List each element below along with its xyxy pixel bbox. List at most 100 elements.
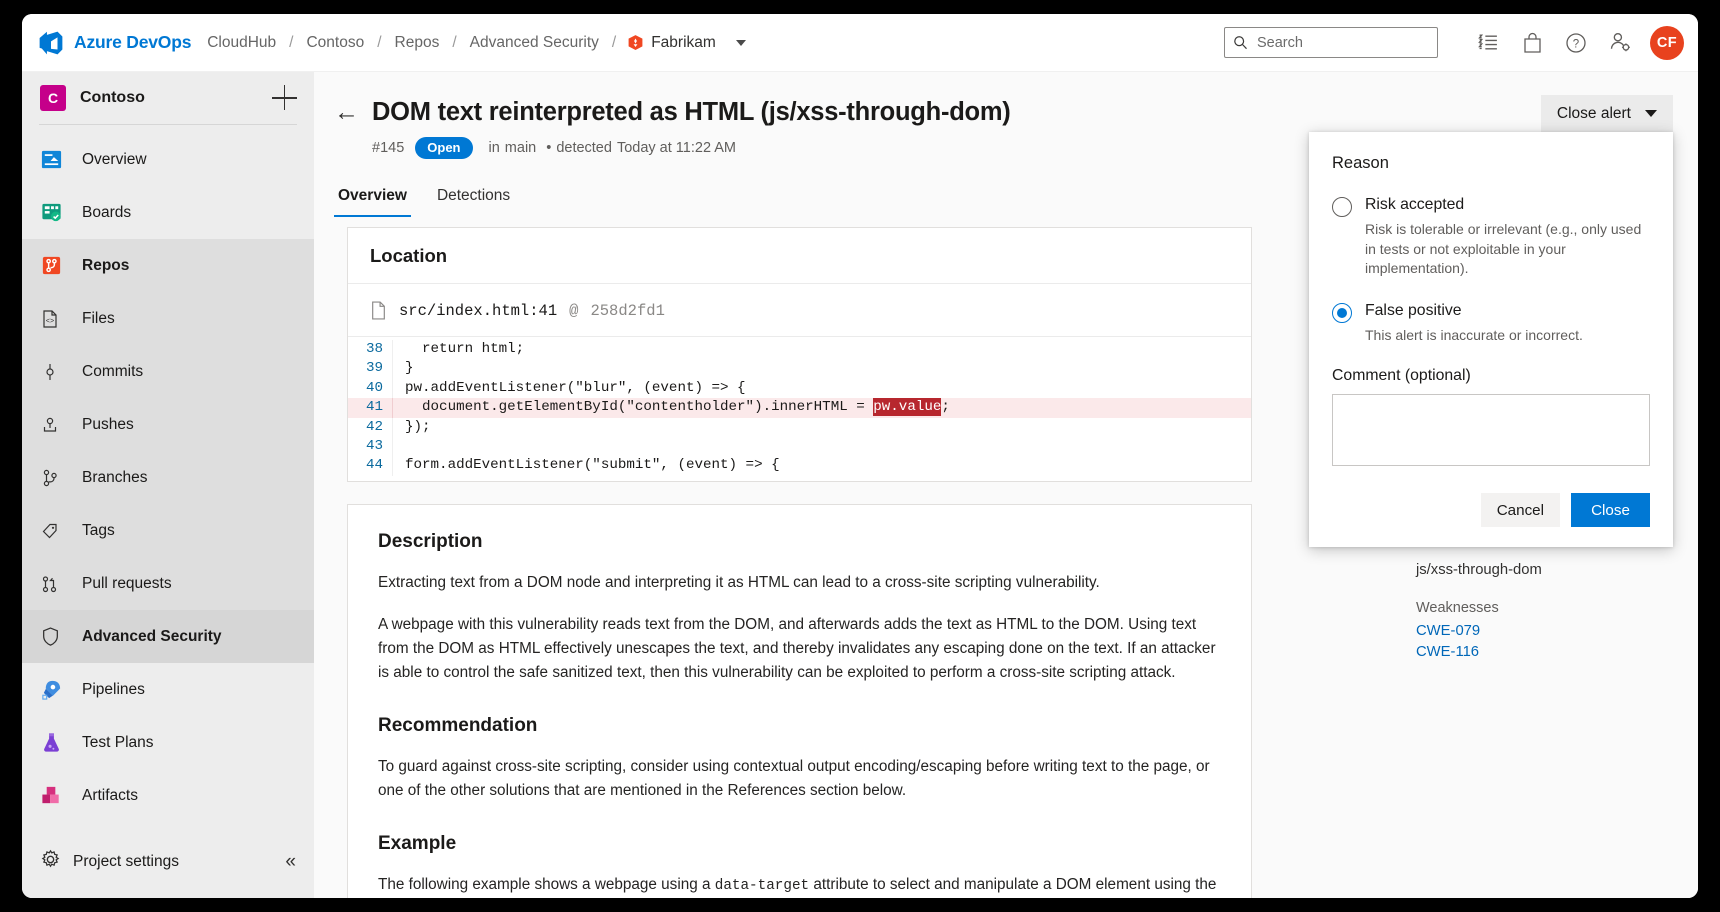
back-button[interactable]: ← [334,100,372,125]
boards-icon [40,201,70,224]
line-number: 43 [365,438,383,455]
avatar[interactable]: CF [1650,25,1684,60]
alert-branch[interactable]: main [505,140,536,156]
files-icon: <> [40,309,70,329]
sidebar-item-files[interactable]: <> Files [22,292,314,345]
sidebar-divider [39,124,297,125]
work-items-list-icon[interactable] [1466,21,1510,65]
tab-detections[interactable]: Detections [433,181,514,217]
chevron-down-icon [735,39,746,46]
line-code: document.getElementById("contentholder")… [392,398,1251,418]
line-code-prefix: document.getElementById("contentholder")… [405,399,874,416]
line-number: 39 [365,360,383,377]
reason-option-label: False positive [1365,301,1462,319]
example-text-end: attribute to select and manipulate a DOM… [809,875,1217,893]
location-file-row[interactable]: src/index.html:41 @ 258d2fd1 [348,284,1251,336]
reason-option-false-positive[interactable]: False positive This alert is inaccurate … [1332,301,1650,346]
sidebar-item-test-plans[interactable]: Test Plans [22,716,314,769]
example-text-start: The following example shows a webpage us… [378,875,715,893]
sidebar-item-repos[interactable]: Repos [22,239,314,292]
line-number: 40 [365,379,383,396]
marketplace-bag-icon[interactable] [1510,21,1554,65]
sidebar-item-advanced-security[interactable]: Advanced Security [22,610,314,663]
tags-icon [40,521,70,541]
description-paragraph: Extracting text from a DOM node and inte… [378,573,1100,591]
pull-requests-icon [40,574,70,594]
commit-sha[interactable]: 258d2fd1 [590,302,664,320]
reason-option-risk-accepted[interactable]: Risk accepted Risk is tolerable or irrel… [1332,195,1650,279]
description-card: Description Extracting text from a DOM n… [347,503,1252,898]
brand-name[interactable]: Azure DevOps [74,32,191,53]
new-item-button[interactable] [272,85,298,111]
sidebar-item-project-settings[interactable]: Project settings « [22,838,314,886]
alert-id: #145 [372,140,405,156]
reason-option-label: Risk accepted [1365,196,1465,213]
sidebar-item-boards[interactable]: Boards [22,186,314,239]
breadcrumb-separator: / [377,33,382,51]
comment-label: Comment (optional) [1332,367,1471,384]
azure-devops-logo-icon[interactable] [38,30,64,56]
close-alert-button[interactable]: Close alert [1540,95,1673,132]
tab-overview[interactable]: Overview [334,181,411,217]
gear-icon [40,849,61,875]
cancel-button[interactable]: Cancel [1480,493,1560,527]
weakness-link[interactable]: CWE-116 [1416,642,1666,663]
help-icon[interactable]: ? [1554,21,1598,65]
sidebar-item-label: Pull requests [82,574,172,592]
code-line: 38 return html; [348,340,1251,360]
example-heading: Example [378,832,457,854]
breadcrumb-org[interactable]: CloudHub [205,34,278,52]
sidebar-item-artifacts[interactable]: Artifacts [22,769,314,822]
breadcrumb-page[interactable]: Advanced Security [468,34,601,52]
radio-button[interactable] [1332,197,1352,217]
sidebar-item-overview[interactable]: Overview [22,133,314,186]
comment-input[interactable] [1332,394,1650,466]
breadcrumb-separator: / [452,33,457,51]
repos-icon [40,254,70,277]
tab-label: Overview [338,187,407,204]
line-code: form.addEventListener("submit", (event) … [392,456,1251,476]
user-settings-icon[interactable] [1598,21,1642,65]
sidebar-item-commits[interactable]: Commits [22,345,314,398]
sidebar-item-tags[interactable]: Tags [22,504,314,557]
code-line: 42 }); [348,417,1251,438]
sidebar-item-pushes[interactable]: Pushes [22,398,314,451]
sidebar-item-label: Pipelines [82,680,145,698]
status-badge: Open [415,137,473,159]
line-code: }); [392,417,1251,438]
sidebar-item-branches[interactable]: Branches [22,451,314,504]
rule-id-block: js/xss-through-dom [1416,562,1666,578]
pushes-icon [40,415,70,435]
line-code-suffix: ; [941,399,950,416]
example-inline-code: data-target [714,877,810,894]
sidebar-item-label: Files [82,309,115,327]
sidebar-item-pipelines[interactable]: Pipelines [22,663,314,716]
branches-icon [40,468,70,488]
alert-title-row: ← DOM text reinterpreted as HTML (js/xss… [314,98,1698,127]
weakness-link[interactable]: CWE-079 [1416,621,1666,642]
breadcrumb-repo-picker[interactable]: Fabrikam [627,34,746,52]
sidebar-item-pull-requests[interactable]: Pull requests [22,557,314,610]
sidebar-item-label: Test Plans [82,733,154,751]
close-button[interactable]: Close [1571,493,1650,527]
close-alert-label: Close alert [1556,104,1631,122]
radio-button-selected[interactable] [1332,302,1352,323]
description-paragraph: A webpage with this vulnerability reads … [378,615,1216,681]
header-actions: Search ? CF [1224,21,1684,65]
project-name[interactable]: Contoso [80,89,145,107]
search-placeholder: Search [1257,34,1303,51]
collapse-sidebar-button[interactable]: « [285,851,296,873]
breadcrumb-project[interactable]: Contoso [304,34,366,52]
line-code: } [392,359,1251,379]
sidebar-item-label: Artifacts [82,786,138,804]
breadcrumb-separator: / [289,33,294,51]
sidebar-item-label: Advanced Security [82,627,222,645]
breadcrumb-hub[interactable]: Repos [393,34,442,52]
sidebar-item-label: Commits [82,362,144,380]
line-code [392,437,1251,457]
line-number: 38 [365,341,383,357]
location-card-title: Location [348,228,1251,284]
code-line: 39 } [348,359,1251,379]
sidebar-item-label: Boards [82,203,132,221]
search-input[interactable]: Search [1224,27,1438,58]
